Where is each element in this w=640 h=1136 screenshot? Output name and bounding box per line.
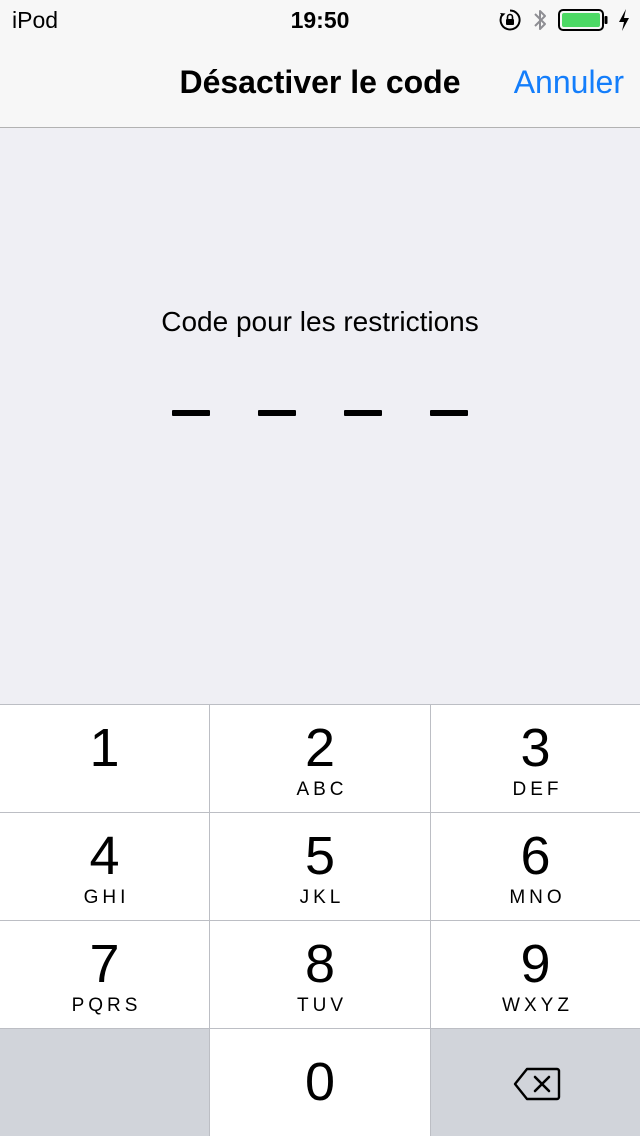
key-3[interactable]: 3 DEF	[431, 705, 640, 812]
key-letters: TUV	[297, 995, 347, 1016]
passcode-slot	[258, 410, 296, 416]
key-digit: 4	[89, 826, 120, 886]
key-2[interactable]: 2 ABC	[210, 705, 430, 812]
charging-bolt-icon	[618, 8, 630, 32]
bluetooth-icon	[532, 7, 548, 33]
key-digit: 7	[89, 934, 120, 994]
key-letters: MNO	[509, 887, 566, 908]
key-digit: 0	[304, 1052, 336, 1112]
key-digit: 1	[89, 718, 120, 778]
passcode-field[interactable]	[172, 410, 472, 418]
key-0[interactable]: 0	[210, 1029, 430, 1136]
key-digit: 5	[304, 826, 336, 886]
key-digit: 8	[304, 934, 336, 994]
key-digit: 6	[520, 826, 551, 886]
key-letters: ABC	[296, 779, 348, 800]
key-6[interactable]: 6 MNO	[431, 813, 640, 920]
key-letters: JKL	[299, 887, 345, 908]
key-4[interactable]: 4 GHI	[0, 813, 209, 920]
passcode-slot	[172, 410, 210, 416]
passcode-slot	[344, 410, 382, 416]
key-digit: 2	[304, 718, 336, 778]
cancel-button[interactable]: Annuler	[514, 64, 624, 101]
status-bar: iPod 19:50	[0, 0, 640, 40]
key-letters: WXYZ	[502, 995, 573, 1016]
key-1[interactable]: 1	[0, 705, 209, 812]
key-letters: PQRS	[71, 995, 142, 1016]
battery-icon	[558, 8, 608, 32]
key-blank	[0, 1029, 209, 1136]
key-9[interactable]: 9 WXYZ	[431, 921, 640, 1028]
passcode-prompt: Code pour les restrictions	[161, 306, 479, 337]
passcode-slot	[430, 410, 468, 416]
screen: iPod 19:50 Désactiver le code Annuler Co…	[0, 0, 640, 1136]
top-bar: iPod 19:50 Désactiver le code Annuler	[0, 0, 640, 128]
key-5[interactable]: 5 JKL	[210, 813, 430, 920]
key-letters: DEF	[512, 779, 563, 800]
key-digit: 3	[520, 718, 551, 778]
status-icons	[498, 6, 630, 34]
orientation-lock-icon	[498, 8, 522, 32]
delete-key[interactable]	[431, 1029, 640, 1136]
key-7[interactable]: 7 PQRS	[0, 921, 209, 1028]
numeric-keypad: 1 2 ABC 3 DEF 4 GHI 5 JKL 6 MNO 7 PQRS 8	[0, 704, 640, 1136]
key-digit: 9	[520, 934, 551, 994]
key-8[interactable]: 8 TUV	[210, 921, 430, 1028]
key-letters: GHI	[83, 887, 130, 908]
delete-backspace-icon	[513, 1067, 561, 1106]
